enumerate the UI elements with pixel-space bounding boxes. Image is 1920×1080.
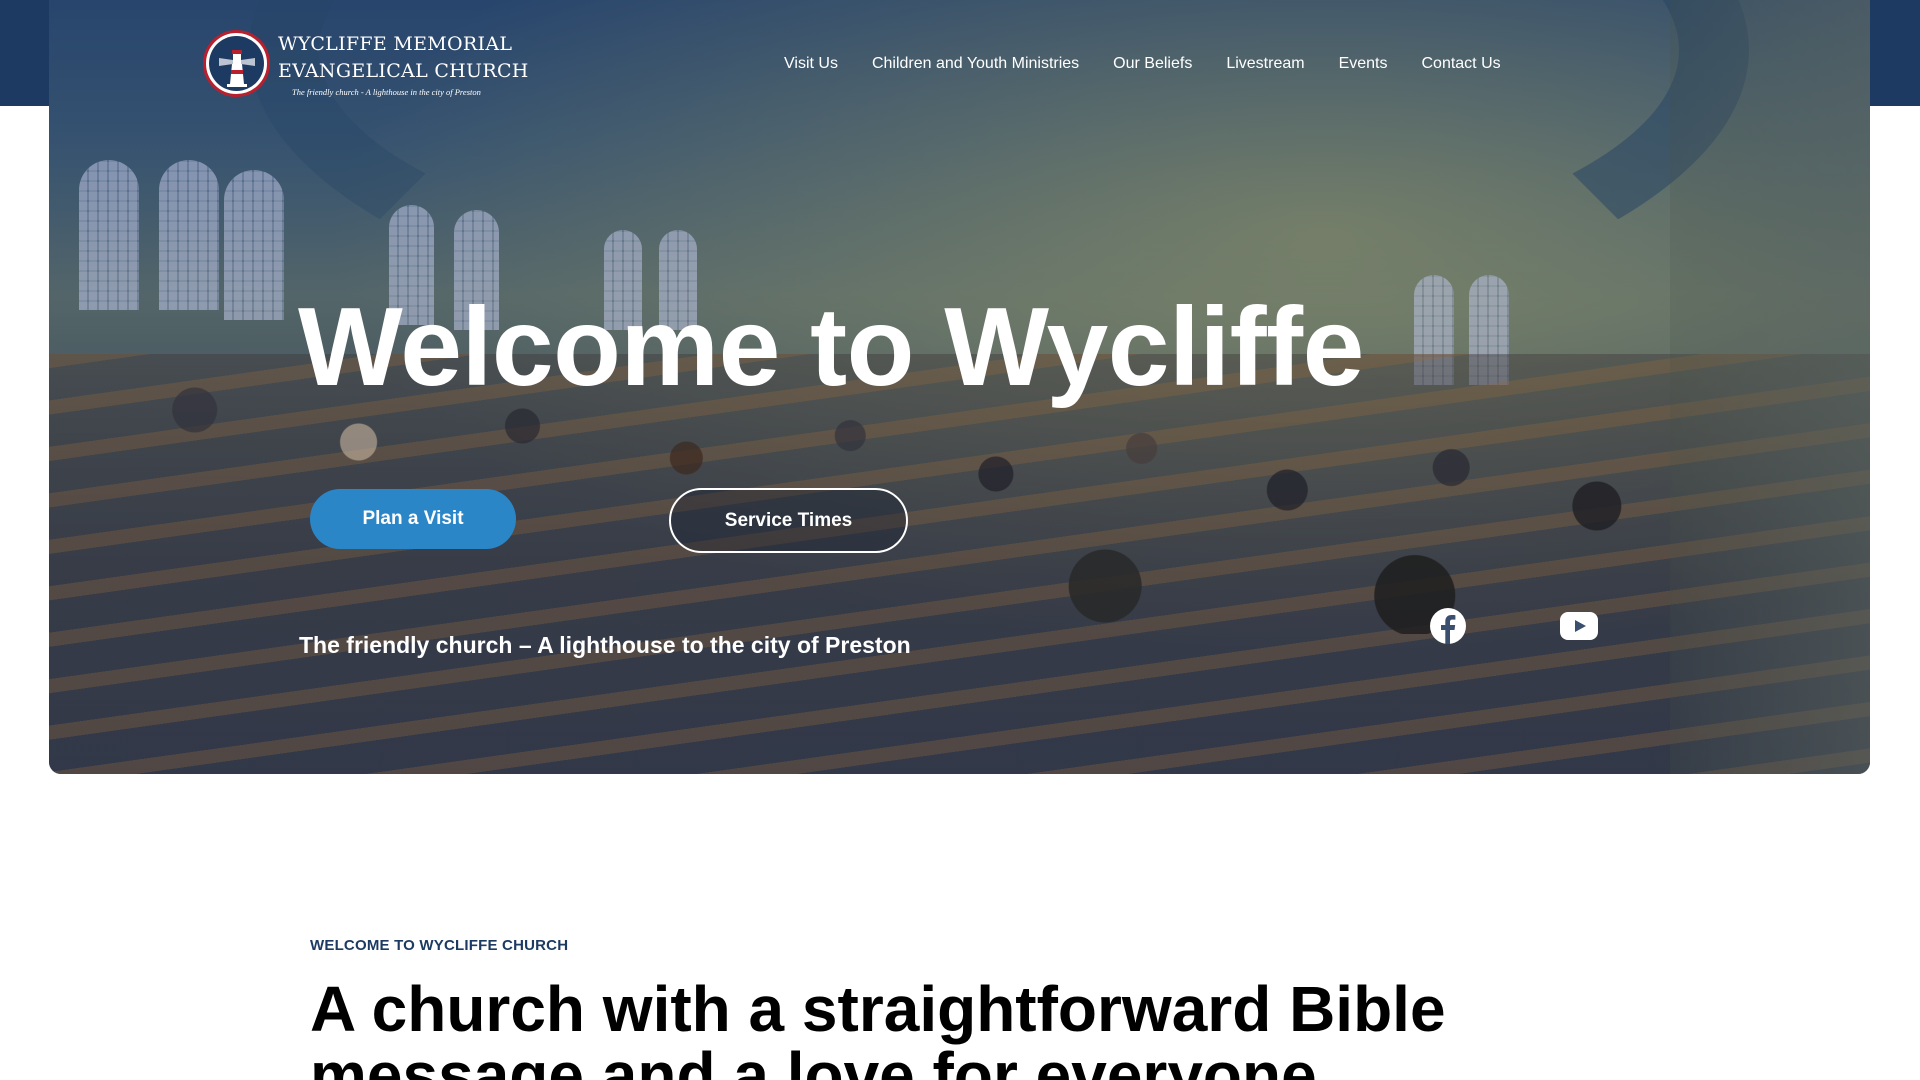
nav-item-events[interactable]: Events — [1339, 55, 1388, 73]
youtube-icon[interactable] — [1558, 606, 1600, 646]
service-times-button[interactable]: Service Times — [669, 488, 908, 553]
section-kicker: WELCOME TO WYCLIFFE CHURCH — [310, 937, 569, 954]
section-heading: A church with a straightforward Bible me… — [310, 973, 1446, 1080]
hero-background-wall — [1670, 0, 1870, 774]
hero-tagline: The friendly church – A lighthouse to th… — [299, 632, 911, 658]
nav-item-children-youth[interactable]: Children and Youth Ministries — [872, 55, 1079, 73]
nav-item-contact-us[interactable]: Contact Us — [1421, 55, 1500, 73]
hero-title: Welcome to Wycliffe — [298, 285, 1364, 409]
nav-item-our-beliefs[interactable]: Our Beliefs — [1113, 55, 1192, 73]
logo-text: WYCLIFFE MEMORIAL EVANGELICAL CHURCH The… — [278, 31, 529, 97]
hero-background-window — [224, 170, 284, 320]
logo-name-line2: EVANGELICAL CHURCH — [278, 59, 529, 82]
nav-item-livestream[interactable]: Livestream — [1226, 55, 1304, 73]
site-logo[interactable]: WYCLIFFE MEMORIAL EVANGELICAL CHURCH The… — [203, 30, 529, 97]
hero-background-window — [79, 160, 139, 310]
logo-tagline: The friendly church - A lighthouse in th… — [292, 86, 481, 97]
plan-visit-button[interactable]: Plan a Visit — [310, 489, 516, 549]
facebook-icon[interactable] — [1428, 606, 1468, 646]
hero-background-window — [159, 160, 219, 310]
logo-name-line1: WYCLIFFE MEMORIAL — [278, 32, 513, 55]
main-nav: Visit Us Children and Youth Ministries O… — [784, 55, 1501, 73]
nav-item-visit-us[interactable]: Visit Us — [784, 55, 838, 73]
lighthouse-icon — [203, 30, 270, 97]
